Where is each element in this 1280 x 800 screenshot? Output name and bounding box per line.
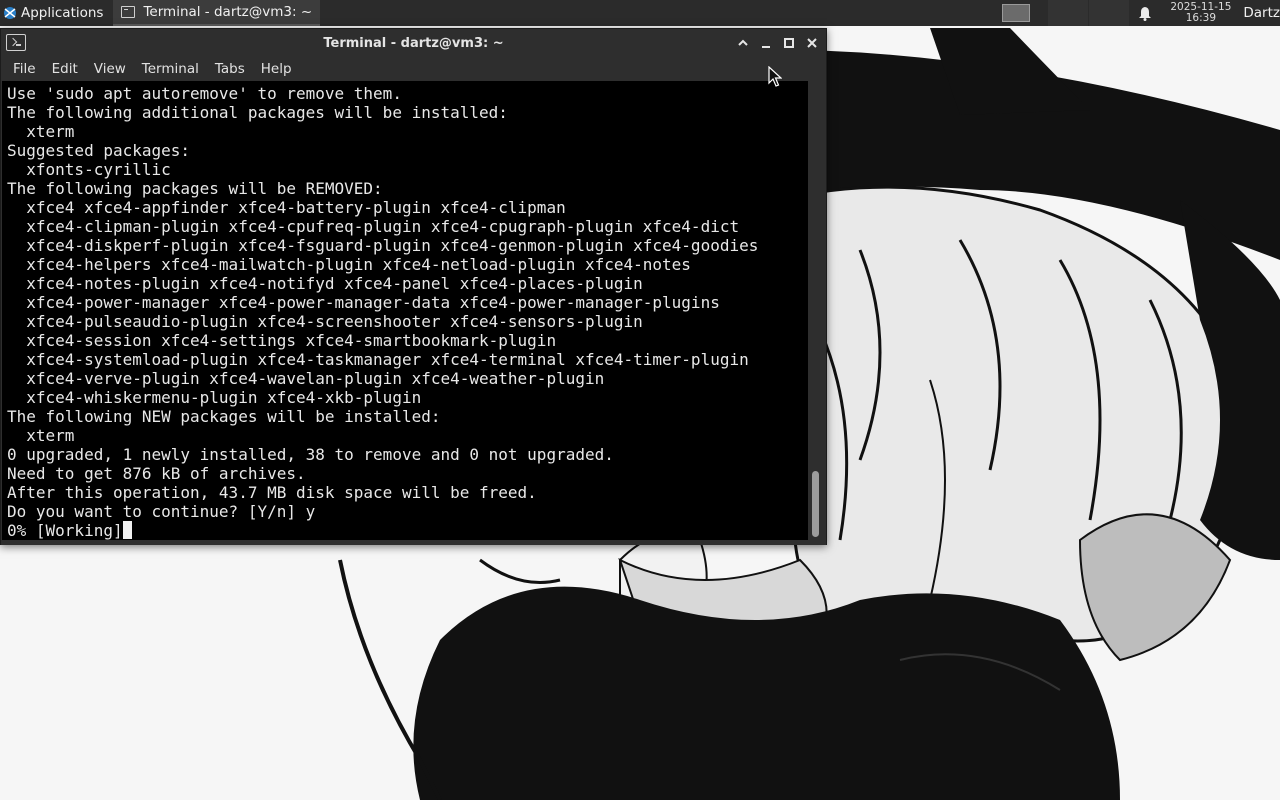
menu-help[interactable]: Help xyxy=(253,57,300,81)
panel-slot xyxy=(1089,0,1130,26)
terminal-app-icon[interactable] xyxy=(6,34,26,51)
menu-bar: File Edit View Terminal Tabs Help xyxy=(1,57,826,81)
applications-menu-button[interactable]: Applications xyxy=(0,0,109,26)
terminal-line: Use 'sudo apt autoremove' to remove them… xyxy=(7,84,402,103)
terminal-output[interactable]: Use 'sudo apt autoremove' to remove them… xyxy=(2,81,808,540)
minimize-button[interactable] xyxy=(758,35,774,51)
clock[interactable]: 2025-11-15 16:39 xyxy=(1160,2,1241,24)
panel-slot xyxy=(1048,0,1089,26)
terminal-line: xfce4-power-manager xfce4-power-manager-… xyxy=(7,293,720,312)
applications-label: Applications xyxy=(21,5,104,21)
terminal-line: xfce4-diskperf-plugin xfce4-fsguard-plug… xyxy=(7,236,759,255)
terminal-line: xfce4 xfce4-appfinder xfce4-battery-plug… xyxy=(7,198,566,217)
terminal-line: Suggested packages: xyxy=(7,141,191,160)
terminal-line: xfce4-clipman-plugin xfce4-cpufreq-plugi… xyxy=(7,217,740,236)
menu-edit[interactable]: Edit xyxy=(44,57,86,81)
applications-icon xyxy=(4,7,16,19)
terminal-task-icon xyxy=(121,6,136,18)
menu-file[interactable]: File xyxy=(5,57,44,81)
menu-tabs[interactable]: Tabs xyxy=(207,57,253,81)
window-titlebar[interactable]: Terminal - dartz@vm3: ~ xyxy=(1,29,826,57)
terminal-line: The following NEW packages will be insta… xyxy=(7,407,441,426)
terminal-line: The following packages will be REMOVED: xyxy=(7,179,383,198)
taskbar-terminal-label: Terminal - dartz@vm3: ~ xyxy=(143,4,313,20)
terminal-prompt-line: 0% [Working] xyxy=(7,521,808,540)
clock-time: 16:39 xyxy=(1185,12,1216,24)
bell-icon xyxy=(1139,6,1152,21)
terminal-line: xfce4-verve-plugin xfce4-wavelan-plugin … xyxy=(7,369,605,388)
window-bottom-border xyxy=(1,540,826,545)
terminal-line: xfce4-session xfce4-settings xfce4-smart… xyxy=(7,331,557,350)
close-icon xyxy=(807,38,817,48)
terminal-window: Terminal - dartz@vm3: ~ File Edit View T… xyxy=(0,28,827,545)
terminal-line: xfce4-notes-plugin xfce4-notifyd xfce4-p… xyxy=(7,274,643,293)
terminal-line: xfce4-whiskermenu-plugin xfce4-xkb-plugi… xyxy=(7,388,422,407)
top-panel: Applications Terminal - dartz@vm3: ~ 202… xyxy=(0,0,1280,26)
maximize-icon xyxy=(784,38,794,48)
user-menu[interactable]: Dartz xyxy=(1241,5,1280,21)
scrollbar-thumb[interactable] xyxy=(812,471,819,537)
shade-up-icon xyxy=(738,39,748,46)
minimize-icon xyxy=(762,46,770,48)
terminal-scrollbar[interactable] xyxy=(808,81,825,540)
workspace-switcher[interactable] xyxy=(1002,4,1031,22)
terminal-line: Need to get 876 kB of archives. xyxy=(7,464,306,483)
terminal-line: xterm xyxy=(7,426,75,445)
terminal-line: xterm xyxy=(7,122,75,141)
terminal-line: xfce4-helpers xfce4-mailwatch-plugin xfc… xyxy=(7,255,691,274)
menu-view[interactable]: View xyxy=(86,57,134,81)
maximize-button[interactable] xyxy=(781,35,797,51)
terminal-line: xfce4-pulseaudio-plugin xfce4-screenshoo… xyxy=(7,312,643,331)
menu-terminal[interactable]: Terminal xyxy=(134,57,207,81)
mouse-pointer-icon xyxy=(768,66,782,87)
terminal-line: Do you want to continue? [Y/n] y xyxy=(7,502,316,521)
shade-button[interactable] xyxy=(735,35,751,51)
terminal-cursor xyxy=(122,521,132,539)
notifications-button[interactable] xyxy=(1130,6,1160,21)
close-button[interactable] xyxy=(804,35,820,51)
taskbar-terminal-button[interactable]: Terminal - dartz@vm3: ~ xyxy=(113,0,321,26)
terminal-line: xfonts-cyrillic xyxy=(7,160,171,179)
window-title: Terminal - dartz@vm3: ~ xyxy=(323,35,504,51)
terminal-line: 0 upgraded, 1 newly installed, 38 to rem… xyxy=(7,445,614,464)
terminal-line: The following additional packages will b… xyxy=(7,103,508,122)
terminal-line: After this operation, 43.7 MB disk space… xyxy=(7,483,537,502)
terminal-line: xfce4-systemload-plugin xfce4-taskmanage… xyxy=(7,350,749,369)
progress-text: 0% [Working] xyxy=(7,521,123,540)
